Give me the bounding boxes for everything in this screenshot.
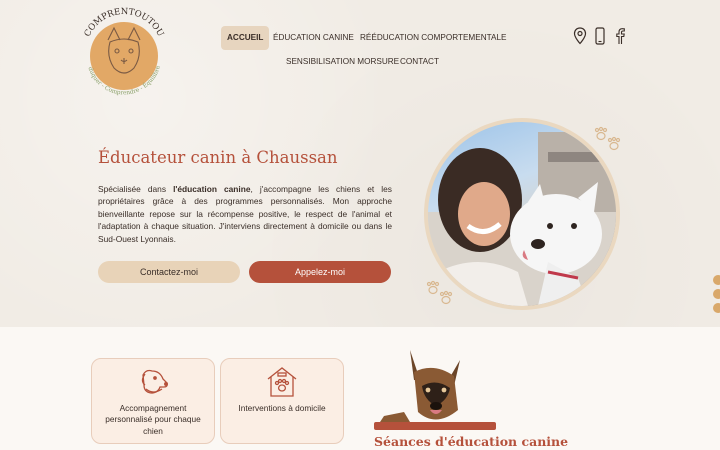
hero-highlight: l'éducation canine (173, 184, 251, 194)
feature-card: Accompagnement personnalisé pour chaque … (91, 358, 215, 444)
hero-photo (428, 122, 616, 306)
header-icons (573, 27, 627, 45)
brand-logo[interactable]: COMPRENTOUTOU Éduquer - Comprendre - Équ… (78, 6, 170, 102)
nav-item-education-canine[interactable]: ÉDUCATION CANINE (267, 26, 360, 50)
feature-label: Accompagnement personnalisé pour chaque … (105, 403, 201, 436)
paw-print-icon (594, 126, 621, 151)
paw-print-icon (426, 280, 453, 305)
dog-illustration (374, 350, 496, 430)
location-pin-icon[interactable] (573, 27, 587, 45)
section-title: Séances d'éducation canine (374, 434, 569, 449)
nav-item-contact[interactable]: CONTACT (394, 50, 445, 74)
call-button[interactable]: Appelez-moi (249, 261, 391, 283)
facebook-icon[interactable] (613, 27, 627, 45)
nav-item-reeducation[interactable]: RÉÉDUCATION COMPORTEMENTALE (354, 26, 512, 50)
contact-button[interactable]: Contactez-moi (98, 261, 240, 283)
dog-head-icon (141, 369, 168, 394)
nav-item-accueil[interactable]: ACCUEIL (221, 26, 270, 50)
hero-section: COMPRENTOUTOU Éduquer - Comprendre - Équ… (0, 0, 720, 327)
feature-label: Interventions à domicile (238, 403, 326, 413)
hero-title: Éducateur canin à Chaussan (98, 148, 338, 167)
paw-print-icon (713, 275, 720, 313)
nav-item-sensibilisation[interactable]: SENSIBILISATION MORSURE (280, 50, 405, 74)
phone-icon[interactable] (593, 27, 607, 45)
dog-house-icon (267, 367, 297, 397)
feature-card: Interventions à domicile (220, 358, 344, 444)
hero-description: Spécialisée dans l'éducation canine, j'a… (98, 184, 392, 244)
